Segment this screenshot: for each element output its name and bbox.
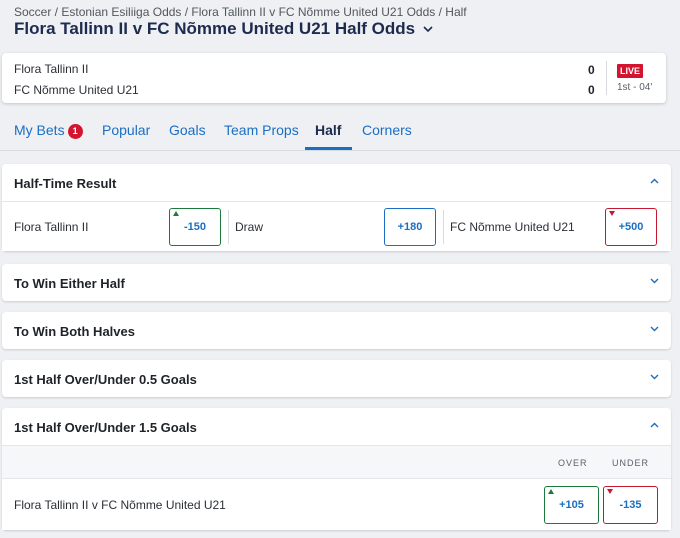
odds-value: +180 bbox=[397, 221, 423, 233]
tab-team-props[interactable]: Team Props bbox=[224, 122, 299, 138]
odds-up-arrow-icon bbox=[548, 489, 554, 494]
market-header[interactable]: 1st Half Over/Under 1.5 Goals bbox=[2, 408, 671, 445]
odds-value: +500 bbox=[618, 221, 644, 233]
market-title: To Win Either Half bbox=[14, 276, 125, 291]
odds-value: -135 bbox=[619, 499, 642, 511]
page-title[interactable]: Flora Tallinn II v FC Nõmme United U21 H… bbox=[14, 19, 433, 39]
odds-button-over[interactable]: +105 bbox=[544, 486, 599, 524]
odds-button[interactable]: +500 bbox=[605, 208, 657, 246]
chevron-up-icon[interactable] bbox=[650, 422, 659, 428]
column-header-over: OVER bbox=[558, 458, 588, 468]
market-to-win-either-half: To Win Either Half bbox=[2, 264, 671, 301]
market-half-time-result: Half-Time Result Flora Tallinn II -150 D… bbox=[2, 164, 671, 251]
market-row: Flora Tallinn II v FC Nõmme United U21 +… bbox=[2, 478, 671, 530]
market-header[interactable]: To Win Either Half bbox=[2, 264, 671, 301]
chevron-down-icon[interactable] bbox=[650, 374, 659, 380]
scoreboard-divider bbox=[606, 61, 607, 95]
market-title: 1st Half Over/Under 0.5 Goals bbox=[14, 372, 197, 387]
odds-down-arrow-icon bbox=[609, 211, 615, 216]
market-1st-half-over-under-1-5: 1st Half Over/Under 1.5 Goals OVER UNDER… bbox=[2, 408, 671, 530]
away-team-name: FC Nõmme United U21 bbox=[14, 83, 139, 97]
selection-label: FC Nõmme United U21 bbox=[450, 220, 575, 234]
live-badge: LIVE bbox=[617, 64, 644, 78]
odds-button[interactable]: -150 bbox=[169, 208, 221, 246]
breadcrumb[interactable]: Soccer / Estonian Esiliiga Odds / Flora … bbox=[14, 5, 467, 19]
odds-button-under[interactable]: -135 bbox=[603, 486, 658, 524]
market-title: 1st Half Over/Under 1.5 Goals bbox=[14, 420, 197, 435]
chevron-up-icon[interactable] bbox=[650, 178, 659, 184]
tab-goals[interactable]: Goals bbox=[169, 122, 206, 138]
scoreboard: Flora Tallinn II FC Nõmme United U21 0 0… bbox=[2, 53, 666, 103]
selection-divider bbox=[228, 210, 229, 244]
home-score: 0 bbox=[588, 63, 595, 77]
match-clock: 1st - 04' bbox=[617, 82, 653, 93]
odds-value: -150 bbox=[183, 221, 207, 233]
tabs-divider bbox=[0, 150, 680, 151]
odds-value: +105 bbox=[559, 499, 584, 511]
column-header-under: UNDER bbox=[612, 458, 650, 468]
tab-popular[interactable]: Popular bbox=[102, 122, 150, 138]
selection-divider bbox=[443, 210, 444, 244]
chevron-down-icon[interactable] bbox=[650, 278, 659, 284]
market-to-win-both-halves: To Win Both Halves bbox=[2, 312, 671, 349]
market-header[interactable]: To Win Both Halves bbox=[2, 312, 671, 349]
odds-button[interactable]: +180 bbox=[384, 208, 436, 246]
selection-label: Draw bbox=[235, 220, 264, 234]
selection-label: Flora Tallinn II v FC Nõmme United U21 bbox=[14, 498, 226, 512]
chevron-down-icon[interactable] bbox=[650, 326, 659, 332]
odds-up-arrow-icon bbox=[173, 211, 179, 216]
market-column-headers: OVER UNDER bbox=[2, 445, 671, 478]
away-score: 0 bbox=[588, 83, 595, 97]
tab-half[interactable]: Half bbox=[315, 122, 341, 138]
tab-my-bets[interactable]: My Bets 1 bbox=[14, 122, 83, 139]
market-title: To Win Both Halves bbox=[14, 324, 135, 339]
my-bets-count-badge: 1 bbox=[67, 124, 83, 139]
market-header[interactable]: Half-Time Result bbox=[2, 164, 671, 201]
selection-label: Flora Tallinn II bbox=[14, 220, 89, 234]
market-1st-half-over-under-0-5: 1st Half Over/Under 0.5 Goals bbox=[2, 360, 671, 397]
home-team-name: Flora Tallinn II bbox=[14, 62, 89, 76]
chevron-down-icon[interactable] bbox=[423, 25, 433, 33]
market-selections: Flora Tallinn II -150 Draw +180 FC Nõmme… bbox=[2, 201, 671, 251]
tab-label: My Bets bbox=[14, 122, 65, 138]
page-title-text: Flora Tallinn II v FC Nõmme United U21 H… bbox=[14, 19, 416, 38]
market-header[interactable]: 1st Half Over/Under 0.5 Goals bbox=[2, 360, 671, 397]
tab-corners[interactable]: Corners bbox=[362, 122, 412, 138]
odds-down-arrow-icon bbox=[607, 489, 613, 494]
market-title: Half-Time Result bbox=[14, 176, 117, 191]
market-tabs: My Bets 1 Popular Goals Team Props Half C… bbox=[0, 112, 680, 150]
